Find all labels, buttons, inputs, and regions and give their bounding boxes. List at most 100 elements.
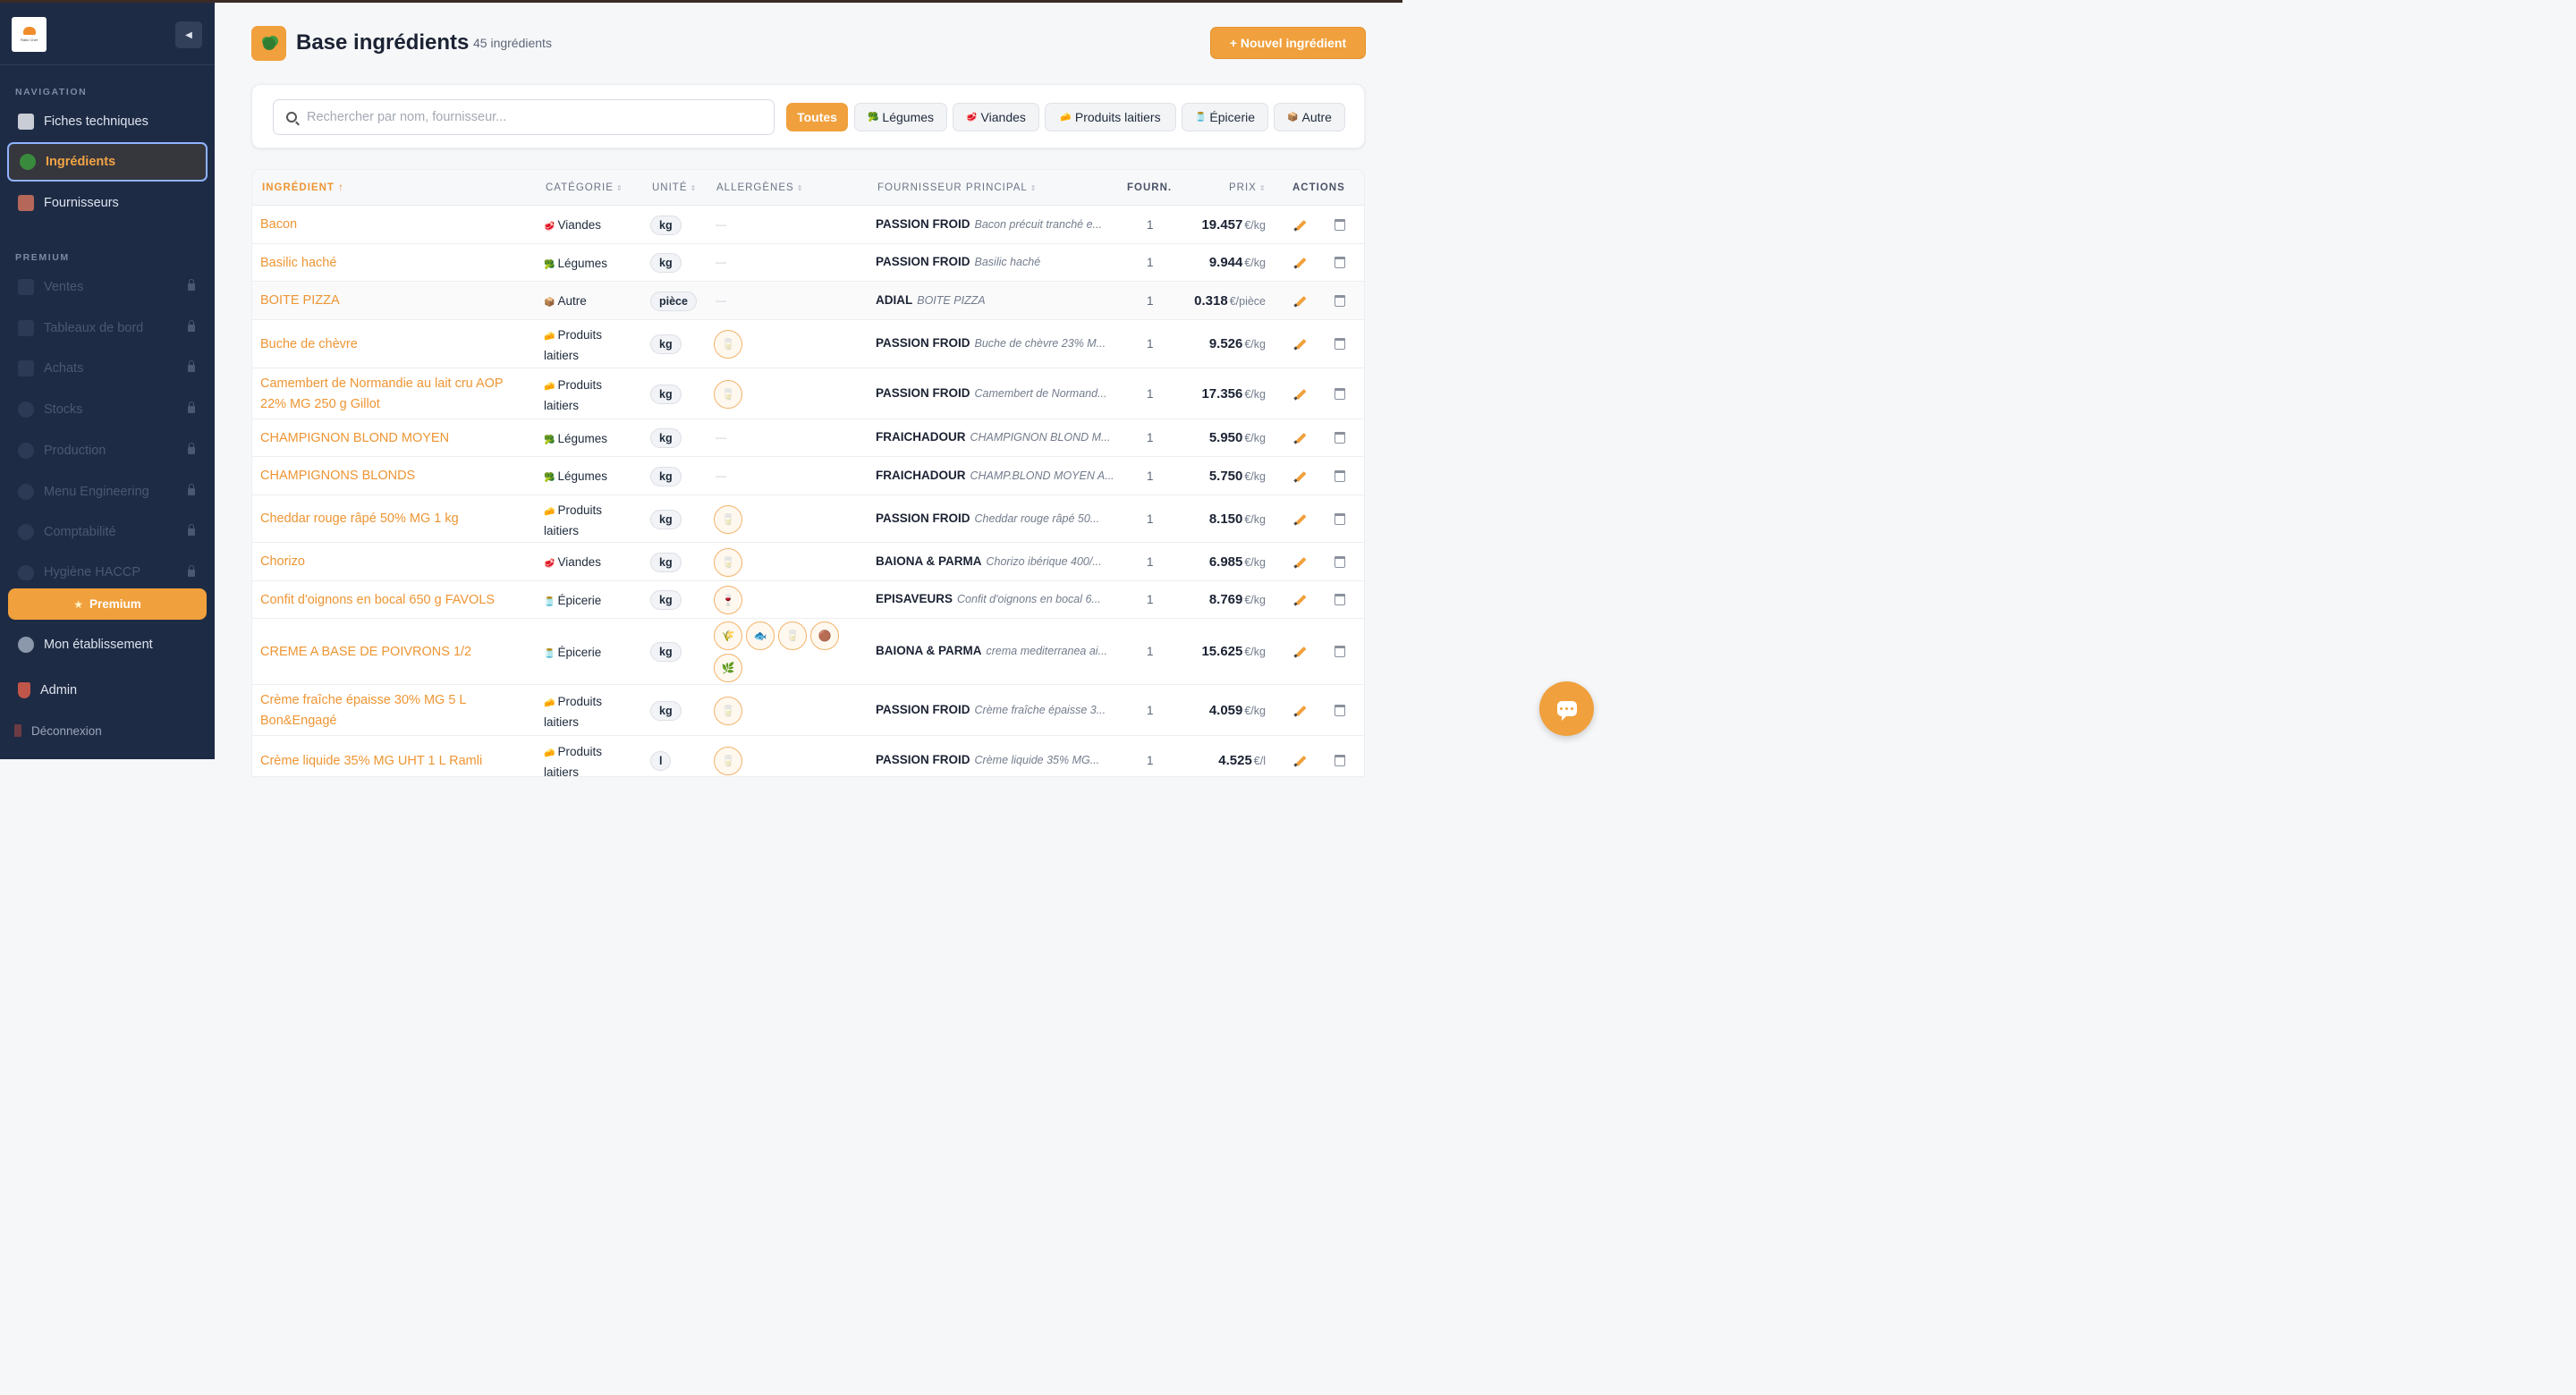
chart-up-icon [18, 320, 34, 336]
edit-pencil-icon[interactable] [1293, 593, 1308, 607]
sidebar-item-tableaux-de-bord[interactable]: Tableaux de bord [7, 309, 208, 348]
column-header-prix[interactable]: PRIX ⇕ [1229, 182, 1267, 193]
edit-pencil-icon[interactable] [1293, 218, 1308, 232]
edit-pencil-icon[interactable] [1293, 387, 1308, 402]
trash-icon[interactable] [1335, 338, 1345, 350]
category-cell: 🧀 Produits laitiers [544, 376, 624, 415]
edit-pencil-icon[interactable] [1293, 337, 1308, 351]
table-row[interactable]: Cheddar rouge râpé 50% MG 1 kg 🧀 Produits … [252, 495, 1364, 543]
trash-icon[interactable] [1335, 387, 1345, 400]
allergen-list: 🥛 [714, 504, 857, 534]
trash-icon[interactable] [1335, 218, 1345, 231]
table-row[interactable]: Confit d'oignons en bocal 650 g FAVOLS 🫙 É… [252, 581, 1364, 619]
sidebar-item-achats[interactable]: Achats [7, 349, 208, 388]
ingredient-name-link[interactable]: CHAMPIGNONS BLONDS [260, 466, 529, 486]
app-logo[interactable]: Ratio Chef [12, 17, 47, 52]
trash-icon[interactable] [1335, 432, 1345, 444]
sidebar-item-admin[interactable]: Admin [7, 671, 208, 710]
edit-pencil-icon[interactable] [1293, 512, 1308, 527]
table-row[interactable]: BOITE PIZZA 📦 Autre pièce — ADIAL BOITE PIZZA 1… [252, 282, 1364, 320]
sidebar-item-ventes[interactable]: Ventes [7, 267, 208, 307]
table-row[interactable]: Buche de chèvre 🧀 Produits laitiers kg 🥛 PASS… [252, 320, 1364, 368]
filter-chip-legumes[interactable]: 🥦 Légumes [854, 103, 947, 131]
edit-pencil-icon[interactable] [1293, 754, 1308, 768]
trash-icon[interactable] [1335, 704, 1345, 716]
premium-button[interactable]: ★ Premium [8, 588, 207, 620]
trash-icon[interactable] [1335, 594, 1345, 605]
trash-icon[interactable] [1335, 257, 1345, 268]
table-row[interactable]: Crème fraîche épaisse 30% MG 5 L Bon&Eng… [252, 685, 1364, 736]
filter-chip-viandes[interactable]: 🥩 Viandes [953, 103, 1039, 131]
search-box[interactable] [273, 99, 775, 135]
chat-button[interactable] [1539, 681, 1594, 736]
supplier-product-desc: Buche de chèvre 23% M... [974, 337, 1106, 350]
ingredient-name-link[interactable]: Camembert de Normandie au lait cru AOP 2… [260, 374, 529, 415]
meat-icon: 🥩 [966, 112, 978, 123]
edit-pencil-icon[interactable] [1293, 645, 1308, 659]
ingredient-name-link[interactable]: Cheddar rouge râpé 50% MG 1 kg [260, 509, 529, 529]
edit-pencil-icon[interactable] [1293, 256, 1308, 270]
ingredient-name-link[interactable]: Crème liquide 35% MG UHT 1 L Ramli [260, 751, 529, 772]
table-row[interactable]: Chorizo 🥩 Viandes kg 🥛 BAIONA & PARMA Chorizo … [252, 543, 1364, 581]
trash-icon[interactable] [1335, 555, 1345, 568]
sidebar-item-stocks[interactable]: Stocks [7, 390, 208, 429]
trash-icon[interactable] [1335, 294, 1345, 307]
allergen-icon: 🥛 [714, 330, 742, 359]
trash-icon[interactable] [1335, 512, 1345, 525]
trash-icon[interactable] [1335, 755, 1345, 766]
sidebar-item-menu-engineering[interactable]: Menu Engineering [7, 472, 208, 512]
supplier-name: BAIONA & PARMA [876, 644, 982, 657]
edit-pencil-icon[interactable] [1293, 294, 1308, 309]
sidebar-item-deconnexion[interactable]: Déconnexion [7, 711, 208, 750]
edit-pencil-icon[interactable] [1293, 704, 1308, 718]
search-input[interactable] [307, 110, 736, 124]
chevron-left-icon: ◀ [185, 30, 192, 40]
table-row[interactable]: CHAMPIGNONS BLONDS 🥦 Légumes kg — FRAICHADOUR… [252, 457, 1364, 495]
price-value: 19.457 [1201, 216, 1243, 232]
filter-chip-produits-laitiers[interactable]: 🧀 Produits laitiers [1045, 103, 1176, 131]
column-header-ingredient[interactable]: INGRÉDIENT ↑ [262, 182, 344, 193]
trash-icon[interactable] [1335, 469, 1345, 482]
clipboard-icon [18, 114, 34, 130]
ingredient-name-link[interactable]: Crème fraîche épaisse 30% MG 5 L Bon&Eng… [260, 690, 529, 731]
table-row[interactable]: Basilic haché 🥦 Légumes kg — PASSION FROID Bas… [252, 244, 1364, 282]
price-cell: 5.950 €/kg [1209, 430, 1266, 445]
table-row[interactable]: Bacon 🥩 Viandes kg — PASSION FROID Bacon précu… [252, 206, 1364, 244]
sidebar-item-fournisseurs[interactable]: Fournisseurs [7, 183, 208, 223]
sidebar-item-production[interactable]: Production [7, 431, 208, 470]
ingredient-name-link[interactable]: BOITE PIZZA [260, 291, 529, 311]
price-cell: 9.526 €/kg [1209, 336, 1266, 351]
ingredient-name-link[interactable]: Buche de chèvre [260, 334, 529, 355]
table-row[interactable]: CREME A BASE DE POIVRONS 1/2 🫙 Épicerie kg 🌾… [252, 619, 1364, 685]
trash-icon[interactable] [1335, 646, 1345, 657]
sidebar-item-fiches-techniques[interactable]: Fiches techniques [7, 102, 208, 141]
supplier-name: PASSION FROID [876, 511, 970, 525]
ingredient-name-link[interactable]: Bacon [260, 215, 529, 235]
collapse-sidebar-button[interactable]: ◀ [175, 21, 202, 48]
ingredient-name-link[interactable]: CREME A BASE DE POIVRONS 1/2 [260, 642, 529, 663]
sidebar-item-mon-etablissement[interactable]: Mon établissement [7, 625, 208, 664]
allergen-icon: 🌿 [714, 654, 742, 682]
ingredient-name-link[interactable]: Confit d'oignons en bocal 650 g FAVOLS [260, 590, 529, 611]
column-header-allergenes[interactable]: ALLERGÈNES ⇕ [716, 182, 803, 193]
new-ingredient-button[interactable]: + Nouvel ingrédient [1210, 27, 1366, 59]
table-row[interactable]: CHAMPIGNON BLOND MOYEN 🥦 Légumes kg — FRAICHA… [252, 419, 1364, 457]
sidebar-item-comptabilite[interactable]: Comptabilité [7, 512, 208, 552]
column-header-unite[interactable]: UNITÉ ⇕ [652, 182, 697, 193]
table-row[interactable]: Crème liquide 35% MG UHT 1 L Ramli 🧀 Produ… [252, 736, 1364, 776]
sidebar-item-hygiene-haccp[interactable]: Hygiène HACCP [7, 554, 208, 580]
supplier-cell: PASSION FROID Basilic haché [876, 255, 1040, 268]
ingredient-name-link[interactable]: Chorizo [260, 552, 529, 572]
column-header-categorie[interactable]: CATÉGORIE ⇕ [546, 182, 623, 193]
edit-pencil-icon[interactable] [1293, 431, 1308, 445]
ingredient-name-link[interactable]: CHAMPIGNON BLOND MOYEN [260, 428, 529, 449]
filter-chip-epicerie[interactable]: 🫙 Épicerie [1182, 103, 1268, 131]
filter-chip-toutes[interactable]: Toutes [786, 103, 848, 131]
ingredient-name-link[interactable]: Basilic haché [260, 253, 529, 274]
filter-chip-autre[interactable]: 📦 Autre [1274, 103, 1345, 131]
edit-pencil-icon[interactable] [1293, 469, 1308, 484]
column-header-fournisseur[interactable]: FOURNISSEUR PRINCIPAL ⇕ [877, 182, 1037, 193]
sidebar-item-ingredients[interactable]: Ingrédients [7, 142, 208, 182]
table-row[interactable]: Camembert de Normandie au lait cru AOP 2… [252, 368, 1364, 419]
edit-pencil-icon[interactable] [1293, 555, 1308, 570]
